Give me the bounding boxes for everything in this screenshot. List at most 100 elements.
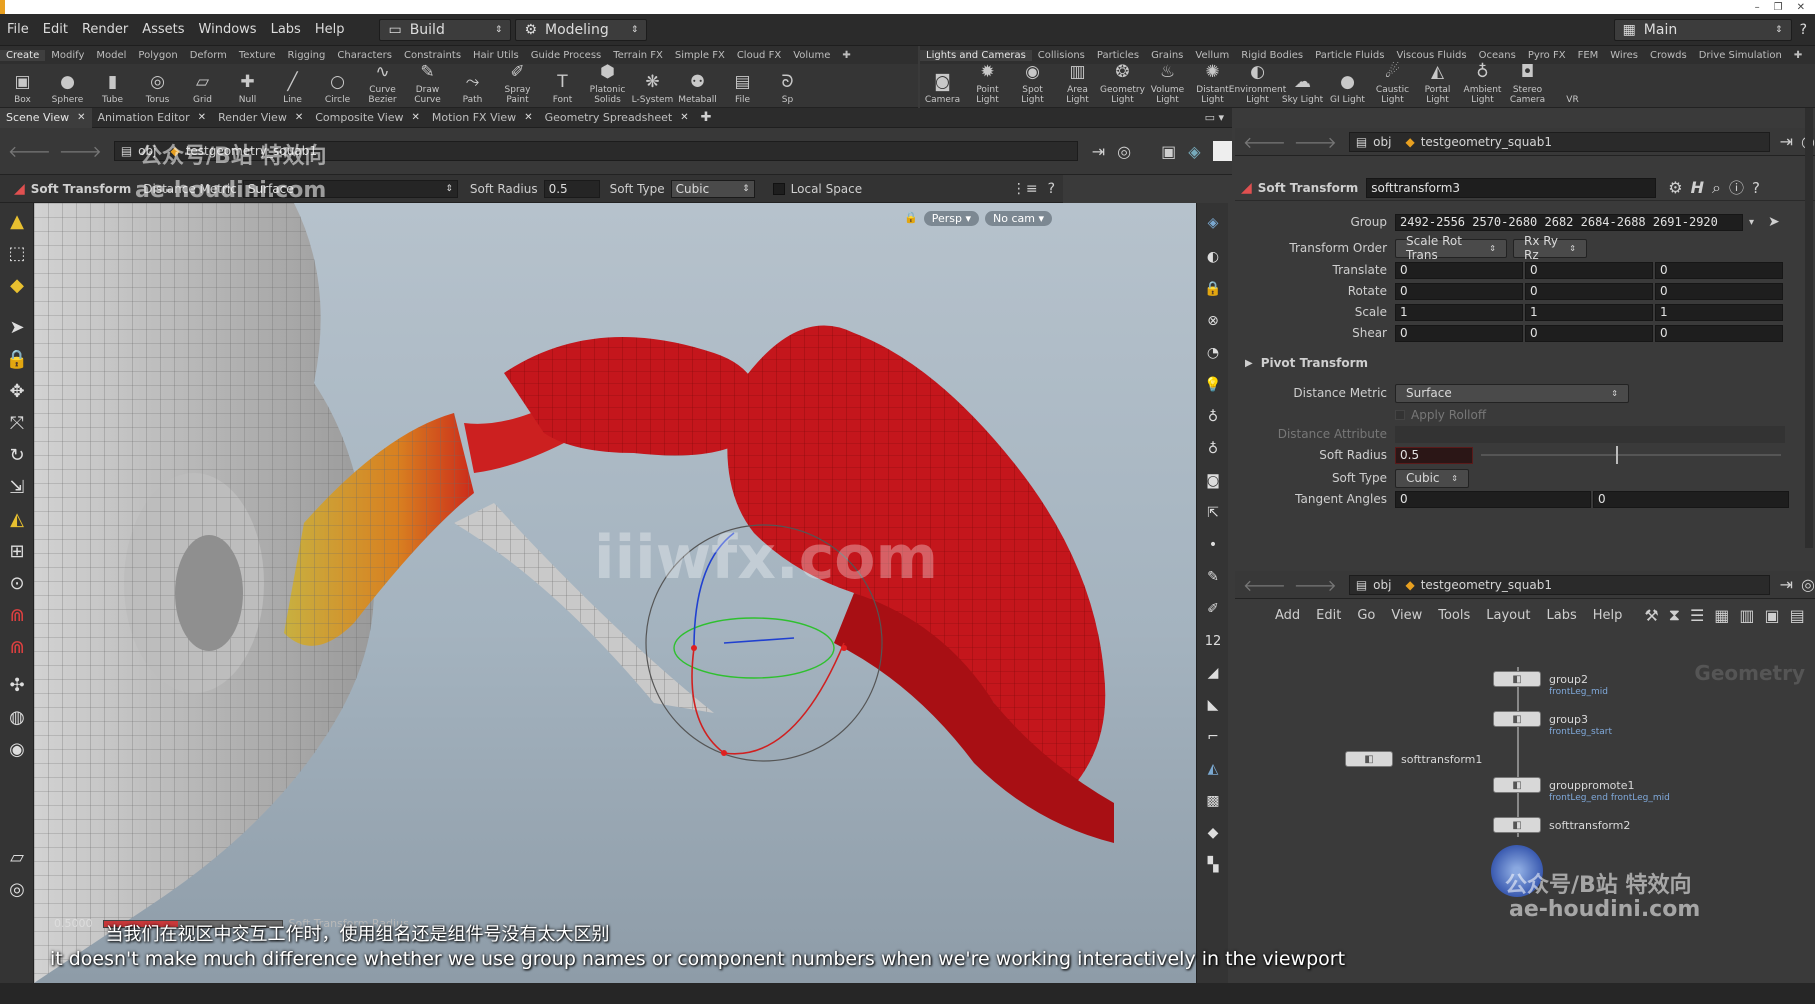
tool-draw-curve[interactable]: ✎ Draw Curve xyxy=(405,61,450,107)
tree-icon[interactable]: ⧗ xyxy=(1669,605,1680,625)
node-icon[interactable]: ◧ xyxy=(1493,671,1541,687)
uv-icon[interactable]: ⌐ xyxy=(1201,723,1225,751)
camera-view-icon[interactable]: ◍ xyxy=(3,703,31,731)
search-icon[interactable]: ⌕ xyxy=(1712,178,1721,198)
back-arrow-icon[interactable]: 🡐 xyxy=(1243,132,1286,152)
shelf-tab-rigid-bodies[interactable]: Rigid Bodies xyxy=(1235,50,1309,61)
node-name-field[interactable]: softtransform3 xyxy=(1366,177,1657,198)
select-primitives-icon[interactable]: ◆ xyxy=(3,271,31,299)
help-icon[interactable]: ? xyxy=(1800,22,1807,38)
select-points-icon[interactable]: ▲ xyxy=(3,207,31,235)
soft-radius-field[interactable]: 0.5 xyxy=(1395,446,1473,464)
shelf-tab-guide-process[interactable]: Guide Process xyxy=(525,50,607,61)
prim-color-icon[interactable]: ◣ xyxy=(1201,691,1225,719)
main-desktop-select[interactable]: ▦ Main ⇕ xyxy=(1613,18,1792,41)
forward-arrow-icon[interactable]: 🡒 xyxy=(1294,575,1337,595)
visualize-icon[interactable]: ▱ xyxy=(3,843,31,871)
vis-sphere-icon[interactable]: ◎ xyxy=(3,875,31,903)
tool-help-icon[interactable]: ? xyxy=(1048,181,1055,197)
shelf-tab-polygon[interactable]: Polygon xyxy=(132,50,183,61)
network-menu-labs[interactable]: Labs xyxy=(1538,608,1584,623)
map-icon[interactable]: ▚ xyxy=(1201,851,1225,879)
tool-geometry-light[interactable]: ❂ Geometry Light xyxy=(1100,61,1145,107)
shelf-tab-modify[interactable]: Modify xyxy=(45,50,90,61)
soft-select-icon[interactable]: ◭ xyxy=(3,505,31,533)
shelf-tab-wires[interactable]: Wires xyxy=(1604,50,1644,61)
node-icon[interactable]: ◧ xyxy=(1493,711,1541,727)
list-view-icon[interactable]: ☰ xyxy=(1690,606,1704,625)
tab-animation-editor[interactable]: Animation Editor ✕ xyxy=(92,108,213,128)
gear-icon[interactable]: ⚙ xyxy=(1668,178,1682,197)
tool-caustic-light[interactable]: ☄ Caustic Light xyxy=(1370,61,1415,107)
soft-type-select[interactable]: Cubic ⇕ xyxy=(1395,468,1469,488)
menu-render[interactable]: Render xyxy=(75,22,135,37)
shelf-tab-create[interactable]: Create xyxy=(0,49,46,61)
points-display-icon[interactable]: • xyxy=(1201,531,1225,559)
grid-view-icon[interactable]: ▦ xyxy=(1714,606,1729,625)
tangent-angle-1-field[interactable]: 0 xyxy=(1395,490,1591,508)
scene-viewport[interactable]: 🔒 Persp ▾ No cam ▾ 0.5000 Soft Transform… xyxy=(34,203,1196,983)
shelf-tab-deform[interactable]: Deform xyxy=(184,50,233,61)
distance-attribute-field[interactable] xyxy=(1395,425,1785,443)
translate-x-field[interactable]: 0 xyxy=(1395,261,1523,279)
tool-camera[interactable]: ◙ Camera xyxy=(920,71,965,107)
node-softtransform2[interactable]: ◧ softtransform2 xyxy=(1493,817,1630,833)
tool-tube[interactable]: ▮ Tube xyxy=(90,71,135,107)
light-add-icon[interactable]: ♁ xyxy=(1201,435,1225,463)
shelf-tab-particle-fluids[interactable]: Particle Fluids xyxy=(1309,50,1390,61)
shelf-tab-viscous-fluids[interactable]: Viscous Fluids xyxy=(1390,50,1472,61)
wrench-icon[interactable]: ⚒ xyxy=(1644,606,1658,625)
tool-sphere[interactable]: ● Sphere xyxy=(45,71,90,107)
tab-composite-view[interactable]: Composite View ✕ xyxy=(309,108,426,128)
network-path-field[interactable]: ▤ obj ◆ testgeometry_squab1 xyxy=(1348,574,1770,595)
rotate-x-field[interactable]: 0 xyxy=(1395,282,1523,300)
build-desktop-select[interactable]: ▭ Build ⇕ xyxy=(379,18,512,41)
tool-torus[interactable]: ◎ Torus xyxy=(135,71,180,107)
network-menu-layout[interactable]: Layout xyxy=(1478,608,1538,623)
brush-icon[interactable]: ✎ xyxy=(1201,563,1225,591)
add-shelf-icon[interactable]: ✚ xyxy=(1788,50,1808,61)
tab-geometry-spreadsheet[interactable]: Geometry Spreadsheet ✕ xyxy=(539,108,695,128)
tool-l-system[interactable]: ❋ L-System xyxy=(630,71,675,107)
viewport-lock-camera-icon[interactable]: 🔒 xyxy=(1201,275,1225,303)
shelf-tab-oceans[interactable]: Oceans xyxy=(1473,50,1522,61)
tool-point-light[interactable]: ✹ Point Light xyxy=(965,61,1010,107)
gauge-icon[interactable]: ◔ xyxy=(1201,339,1225,367)
rotate-z-field[interactable]: 0 xyxy=(1655,282,1783,300)
menu-help[interactable]: Help xyxy=(308,22,352,37)
forward-arrow-icon[interactable]: 🡒 xyxy=(1294,132,1337,152)
shelf-tab-grains[interactable]: Grains xyxy=(1145,50,1189,61)
link-icon[interactable]: ◎ xyxy=(1117,142,1131,161)
light-on-icon[interactable]: ♁ xyxy=(1201,403,1225,431)
pencil-icon[interactable]: ✐ xyxy=(1201,595,1225,623)
shelf-tab-crowds[interactable]: Crowds xyxy=(1644,50,1693,61)
network-menu-edit[interactable]: Edit xyxy=(1308,608,1349,623)
tool-sky-light[interactable]: ☁ Sky Light xyxy=(1280,71,1325,107)
checker-icon[interactable]: ▩ xyxy=(1201,787,1225,815)
background-toggle-icon[interactable] xyxy=(1212,141,1232,161)
tool-soft-radius-field[interactable]: 0.5 xyxy=(543,179,600,198)
menu-file[interactable]: File xyxy=(0,22,36,37)
shelf-tab-particles[interactable]: Particles xyxy=(1091,50,1145,61)
tool-ambient-light[interactable]: ♁ Ambient Light xyxy=(1460,61,1505,107)
node-icon[interactable]: ◧ xyxy=(1493,777,1541,793)
node-softtransform1[interactable]: ◧ softtransform1 xyxy=(1345,751,1482,767)
apply-rolloff-checkbox[interactable] xyxy=(1395,410,1405,420)
tool-metaball[interactable]: ⚉ Metaball xyxy=(675,71,720,107)
modeling-desktop-select[interactable]: ⚙ Modeling ⇕ xyxy=(515,18,648,41)
group-field[interactable]: 2492-2556 2570-2680 2682 2684-2688 2691-… xyxy=(1395,213,1743,231)
normals-icon[interactable]: ⇱ xyxy=(1201,499,1225,527)
tool-box[interactable]: ▣ Box xyxy=(0,71,45,107)
node-group3[interactable]: ◧ group3 xyxy=(1493,711,1588,727)
shelf-tab-characters[interactable]: Characters xyxy=(331,50,398,61)
tab-render-view[interactable]: Render View ✕ xyxy=(212,108,309,128)
select-edges-icon[interactable]: ⬚ xyxy=(3,239,31,267)
soft-radius-slider-handle[interactable] xyxy=(1616,446,1618,464)
tool-vr[interactable]: VR xyxy=(1550,71,1595,107)
network-editor-pane[interactable]: 🡐 🡒 ▤ obj ◆ testgeometry_squab1 ⇥ ◎ Add E… xyxy=(1235,551,1815,983)
tool-curve-bezier[interactable]: ∿ Curve Bezier xyxy=(360,61,405,107)
network-menu-go[interactable]: Go xyxy=(1349,608,1383,623)
tool-sp[interactable]: ᘐ Sp xyxy=(765,71,810,107)
node-icon[interactable]: ◧ xyxy=(1493,817,1541,833)
shelf-tab-rigging[interactable]: Rigging xyxy=(281,50,331,61)
